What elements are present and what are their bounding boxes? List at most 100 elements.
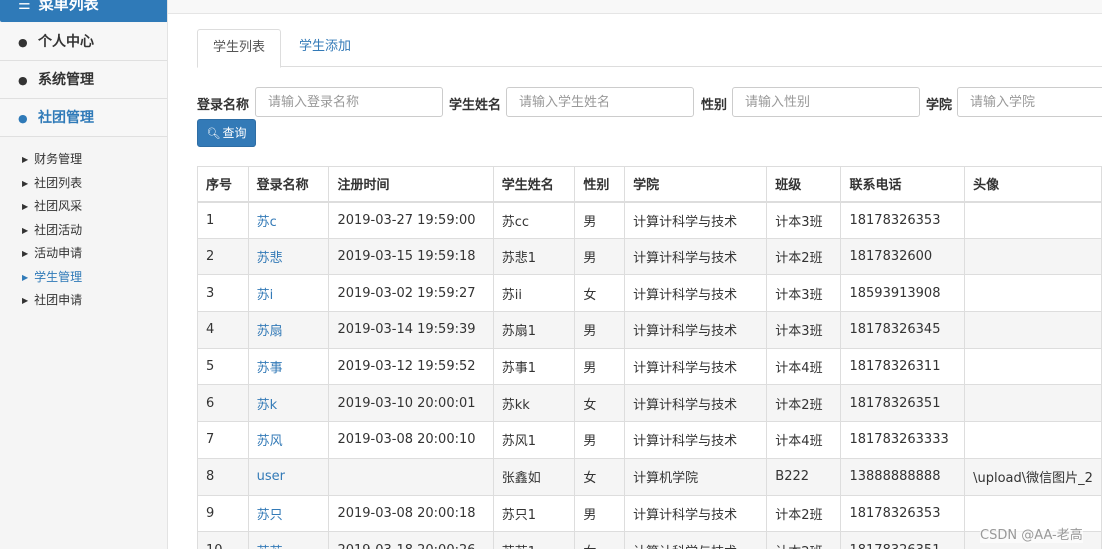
table-cell: 男 bbox=[574, 421, 626, 459]
caret-right-icon: ▶ bbox=[22, 296, 29, 305]
table-cell: 女 bbox=[574, 384, 626, 423]
header-cell: 性别 bbox=[574, 166, 626, 203]
table-row: 10苏苏2019-03-18 20:00:26苏苏1女计算计科学与技术计本2班1… bbox=[197, 531, 1102, 549]
table-cell bbox=[964, 347, 1102, 386]
student-name-input[interactable] bbox=[506, 87, 694, 117]
table-cell: 181783263333 bbox=[840, 421, 966, 459]
gender-label: 性别 bbox=[701, 98, 728, 113]
sidebar: ☰ 菜单列表 ● 个人中心 ● 系统管理 ● 社团管理 ▶ 财务管理 ▶ 社团列表 ▶ 社团风… bbox=[0, 0, 168, 549]
user-icon: ● bbox=[18, 36, 28, 49]
login-name-link[interactable]: 苏c bbox=[247, 201, 330, 239]
table-cell: 苏扇1 bbox=[492, 311, 576, 349]
table-cell: 计本3班 bbox=[766, 311, 842, 349]
login-name-link[interactable]: 苏扇 bbox=[247, 311, 330, 349]
table-row: 9 苏只 2019-03-08 20:00:18 苏只1 男计算计科学与技术 计本2班 18… bbox=[197, 494, 1102, 533]
login-name-link[interactable]: 苏风 bbox=[247, 421, 330, 459]
sidebar-section-system[interactable]: ● 系统管理 bbox=[0, 61, 167, 99]
query-button[interactable]: 🔍︎ 查询 bbox=[197, 119, 256, 147]
user-icon: ● bbox=[18, 112, 28, 125]
login-name-link[interactable]: 苏悲 bbox=[247, 237, 330, 276]
login-name-link[interactable]: 苏事 bbox=[247, 347, 330, 386]
table-cell: 计算计科学与技术 bbox=[624, 494, 768, 533]
sidebar-section-personal[interactable]: ● 个人中心 bbox=[0, 23, 167, 61]
table-cell: 7 bbox=[197, 421, 249, 459]
college-label: 学院 bbox=[926, 98, 953, 113]
watermark: CSDN @AA-老高 bbox=[980, 524, 1083, 543]
table-cell: 计本2班 bbox=[766, 494, 842, 533]
menu-bars-icon: ☰ bbox=[18, 0, 31, 13]
caret-right-icon: ▶ bbox=[22, 225, 29, 235]
table-cell: 2019-03-14 19:59:39 bbox=[328, 311, 494, 349]
sidebar-item-club-style[interactable]: ▶ 社团风采 bbox=[0, 195, 167, 219]
caret-right-icon: ▶ bbox=[22, 249, 29, 258]
table-cell: 男 bbox=[574, 311, 626, 349]
tab-student-add[interactable]: 学生添加 bbox=[284, 29, 366, 67]
table-cell bbox=[964, 237, 1102, 276]
sidebar-submenu: ▶ 财务管理 ▶ 社团列表 ▶ 社团风采 ▶ 社团活动 ▶ 活动申请 ▶ 学生管理 ▶ 社团申… bbox=[0, 148, 167, 313]
table-cell: 计算计科学与技术 bbox=[624, 201, 768, 239]
table-row: 7 苏风 2019-03-08 20:00:10 苏风1 男计算计科学与技术 计本4班 18… bbox=[197, 421, 1102, 459]
sidebar-item-activity-apply[interactable]: ▶ 活动申请 bbox=[0, 242, 167, 266]
table-cell: 女 bbox=[574, 457, 626, 496]
gender-input[interactable] bbox=[732, 87, 920, 117]
caret-right-icon: ▶ bbox=[22, 202, 29, 211]
table-cell: 计本2班 bbox=[766, 384, 842, 423]
table-cell: 2 bbox=[197, 237, 249, 276]
table-cell: B222 bbox=[766, 457, 842, 496]
table-cell: 计本3班 bbox=[766, 274, 842, 313]
login-name-input[interactable] bbox=[255, 87, 443, 117]
table-cell: 2019-03-08 20:00:10 bbox=[328, 421, 494, 459]
caret-right-icon: ▶ bbox=[22, 272, 29, 282]
table-cell: 计算计科学与技术 bbox=[624, 531, 768, 549]
login-name-link[interactable]: user bbox=[247, 457, 330, 496]
college-input[interactable] bbox=[957, 87, 1102, 117]
table-cell: 2019-03-02 19:59:27 bbox=[328, 274, 494, 313]
table-row: 8 user 张鑫如女计算机学院 B222 13888888888 \upload\微信图… bbox=[197, 457, 1102, 496]
table-cell: 计算计科学与技术 bbox=[624, 384, 768, 423]
table-cell: 18178326353 bbox=[840, 494, 966, 533]
table-header-row: 序号 登录名称 注册时间 学生姓名 性别 学院 班级 联系电话 头像 bbox=[197, 166, 1102, 203]
login-name-link[interactable]: 苏k bbox=[247, 384, 330, 423]
sidebar-item-finance[interactable]: ▶ 财务管理 bbox=[0, 148, 167, 172]
header-cell: 联系电话 bbox=[840, 166, 966, 203]
search-form: 登录名称 学生姓名 性别 学院 bbox=[197, 87, 1102, 117]
login-name-link[interactable]: 苏i bbox=[247, 274, 330, 313]
tab-student-list[interactable]: 学生列表 bbox=[197, 29, 282, 68]
caret-right-icon: ▶ bbox=[22, 155, 29, 164]
sidebar-item-label: 社团风采 bbox=[34, 199, 83, 213]
table-cell: 2019-03-15 19:59:18 bbox=[328, 237, 494, 276]
table-cell: 18178326311 bbox=[840, 347, 966, 386]
header-cell: 登录名称 bbox=[247, 166, 330, 203]
header-cell: 班级 bbox=[766, 166, 842, 203]
sidebar-section-club[interactable]: ● 社团管理 bbox=[0, 99, 167, 137]
table-cell: 苏事1 bbox=[492, 347, 576, 386]
caret-right-icon: ▶ bbox=[22, 178, 29, 188]
login-name-link[interactable]: 苏苏 bbox=[247, 531, 330, 549]
login-name-link[interactable]: 苏只 bbox=[247, 494, 330, 533]
sidebar-item-student-manage[interactable]: ▶ 学生管理 bbox=[0, 266, 167, 290]
table-cell: 女 bbox=[574, 531, 626, 549]
user-icon: ● bbox=[18, 74, 28, 87]
table-cell: 5 bbox=[197, 347, 249, 386]
table-cell: 2019-03-10 20:00:01 bbox=[328, 384, 494, 423]
header-cell: 头像 bbox=[964, 166, 1102, 203]
table-cell: 2019-03-12 19:59:52 bbox=[328, 347, 494, 386]
sidebar-item-label: 社团活动 bbox=[34, 222, 83, 237]
table-cell: 9 bbox=[197, 494, 249, 533]
table-cell bbox=[964, 421, 1102, 459]
table-cell: 18178326345 bbox=[840, 311, 966, 349]
search-icon: 🔍︎ bbox=[206, 127, 221, 140]
table-cell bbox=[964, 384, 1102, 423]
sidebar-item-club-list[interactable]: ▶ 社团列表 bbox=[0, 172, 167, 196]
table-cell: 计算计科学与技术 bbox=[624, 347, 768, 386]
table-cell: 6 bbox=[197, 384, 249, 423]
table-cell: 苏ii bbox=[492, 274, 576, 313]
table-cell: 10 bbox=[197, 531, 249, 549]
table-cell: 2019-03-27 19:59:00 bbox=[328, 201, 494, 239]
sidebar-item-club-activity[interactable]: ▶ 社团活动 bbox=[0, 219, 167, 243]
sidebar-item-club-apply[interactable]: ▶ 社团申请 bbox=[0, 289, 167, 313]
header-cell: 学生姓名 bbox=[492, 166, 576, 203]
table-cell: 计算机学院 bbox=[624, 457, 768, 496]
sidebar-title: ☰ 菜单列表 bbox=[0, 0, 167, 22]
login-name-label: 登录名称 bbox=[197, 98, 250, 113]
